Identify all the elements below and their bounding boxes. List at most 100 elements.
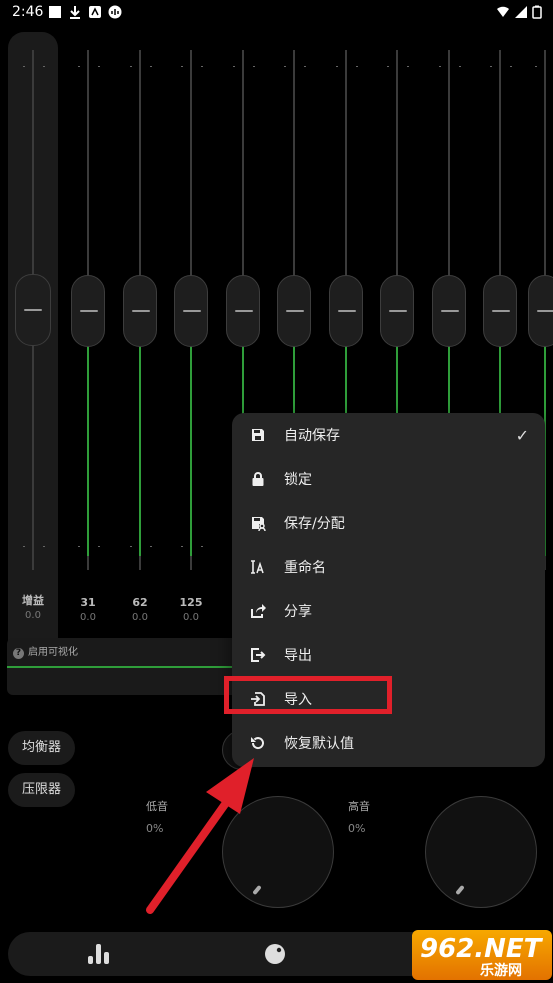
slider-tick xyxy=(356,66,358,67)
band-slider-knob[interactable] xyxy=(71,275,105,347)
app-notification-icon xyxy=(89,6,101,18)
slider-tick xyxy=(201,66,203,67)
bass-dial-marker xyxy=(252,884,262,896)
slider-tick xyxy=(130,546,132,547)
band-slider-knob[interactable] xyxy=(483,275,517,347)
tab-limiter[interactable]: 压限器 xyxy=(8,773,76,807)
status-bar: 2:46 xyxy=(0,0,553,26)
slider-tick xyxy=(407,66,409,67)
band-level-fill xyxy=(139,346,141,556)
slider-tick xyxy=(78,66,80,67)
visualizer-toggle-label[interactable]: ? 启用可视化 xyxy=(13,643,78,659)
knob-grip xyxy=(24,309,42,311)
slider-tick xyxy=(23,66,25,67)
slider-tick xyxy=(98,66,100,67)
bass-dial[interactable] xyxy=(222,796,334,908)
visualizer-panel[interactable]: ? 启用可视化 xyxy=(7,638,247,695)
slider-tick xyxy=(387,66,389,67)
slider-tick xyxy=(43,546,45,547)
slider-tick xyxy=(78,546,80,547)
band-31-value: 0.0 xyxy=(80,612,96,623)
slider-tick xyxy=(233,66,235,67)
slider-tick xyxy=(98,546,100,547)
knob-grip xyxy=(183,310,201,312)
knob-grip xyxy=(492,310,510,312)
slider-tick xyxy=(181,546,183,547)
download-icon xyxy=(70,6,80,19)
status-time: 2:46 xyxy=(12,4,44,20)
band-slider-knob[interactable] xyxy=(174,275,208,347)
band-62-label: 62 xyxy=(132,596,148,609)
watermark-logo: 962.NET 乐游网 xyxy=(412,930,552,980)
band-125-value: 0.0 xyxy=(183,612,199,623)
treble-label: 高音 xyxy=(348,800,370,813)
help-icon: ? xyxy=(13,648,24,659)
band-125-label: 125 xyxy=(179,596,203,609)
equalizer-bars-icon[interactable] xyxy=(86,942,112,966)
band-level-fill xyxy=(87,346,89,556)
knob-grip xyxy=(286,310,304,312)
tab-equalizer[interactable]: 均衡器 xyxy=(8,731,76,765)
gain-slider-knob[interactable] xyxy=(15,274,51,346)
import-highlight-box xyxy=(224,676,392,714)
slider-tick xyxy=(439,66,441,67)
rename-icon xyxy=(251,560,264,574)
slider-tick xyxy=(304,66,306,67)
knob-tab-icon[interactable] xyxy=(264,943,286,965)
menu-item-share[interactable]: 分享 xyxy=(232,589,545,633)
bass-value: 0% xyxy=(146,822,164,835)
slider-tick xyxy=(181,66,183,67)
slider-tick xyxy=(336,66,338,67)
lock-icon xyxy=(252,472,264,486)
treble-dial[interactable] xyxy=(425,796,537,908)
save-assign-icon xyxy=(252,517,266,531)
gain-label: 增益 xyxy=(22,594,44,607)
band-level-fill xyxy=(190,346,192,556)
signal-icon xyxy=(515,6,527,18)
save-icon xyxy=(252,429,264,441)
band-slider-knob[interactable] xyxy=(432,275,466,347)
treble-dial-marker xyxy=(455,884,465,896)
menu-item-autosave[interactable]: 自动保存 ✓ xyxy=(232,413,545,457)
slider-tick xyxy=(150,546,152,547)
knob-grip xyxy=(441,310,459,312)
slider-tick xyxy=(253,66,255,67)
check-icon: ✓ xyxy=(515,426,529,445)
slider-tick xyxy=(535,66,537,67)
menu-item-export[interactable]: 导出 xyxy=(232,633,545,677)
wifi-icon xyxy=(497,6,509,17)
equalizer-app-icon xyxy=(108,5,122,19)
menu-item-restore-defaults[interactable]: 恢复默认值 xyxy=(232,721,545,765)
band-slider-knob[interactable] xyxy=(123,275,157,347)
menu-item-save-assign[interactable]: 保存/分配 xyxy=(232,501,545,545)
slider-tick xyxy=(201,546,203,547)
slider-tick xyxy=(150,66,152,67)
slider-tick xyxy=(490,66,492,67)
bass-label: 低音 xyxy=(146,800,168,813)
knob-grip xyxy=(235,310,253,312)
knob-grip xyxy=(537,310,553,312)
slider-tick xyxy=(459,66,461,67)
knob-grip xyxy=(132,310,150,312)
menu-item-rename[interactable]: 重命名 xyxy=(232,545,545,589)
slider-tick xyxy=(284,66,286,67)
export-icon xyxy=(251,648,266,662)
visualizer-baseline xyxy=(7,666,247,668)
knob-grip xyxy=(389,310,407,312)
knob-grip xyxy=(338,310,356,312)
battery-icon xyxy=(532,5,542,19)
share-icon xyxy=(251,604,266,618)
band-slider-knob[interactable] xyxy=(329,275,363,347)
treble-value: 0% xyxy=(348,822,366,835)
band-slider-knob[interactable] xyxy=(226,275,260,347)
menu-item-lock[interactable]: 锁定 xyxy=(232,457,545,501)
knob-grip xyxy=(80,310,98,312)
slider-tick xyxy=(510,66,512,67)
band-slider-knob[interactable] xyxy=(528,275,553,347)
band-31-label: 31 xyxy=(80,596,96,609)
notification-square-icon xyxy=(49,6,61,18)
band-slider-knob[interactable] xyxy=(277,275,311,347)
band-62-value: 0.0 xyxy=(132,612,148,623)
band-slider-knob[interactable] xyxy=(380,275,414,347)
slider-tick xyxy=(23,546,25,547)
